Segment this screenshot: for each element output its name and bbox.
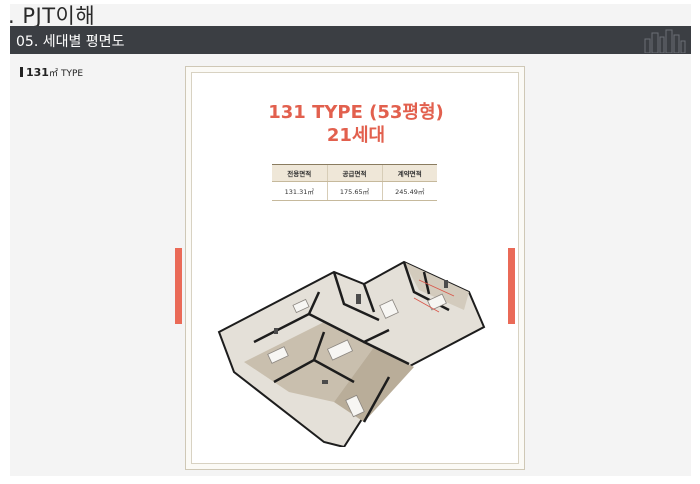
area-table: 전용면적 공급면적 계약면적 131.31㎡ 175.65㎡ 245.49㎡ xyxy=(272,164,437,201)
section-title: 05. 세대별 평면도 xyxy=(16,34,125,50)
area-header-supply: 공급면적 xyxy=(326,164,382,182)
area-table-header-row: 전용면적 공급면적 계약면적 xyxy=(272,164,437,182)
left-side-tab xyxy=(175,248,182,324)
3d-floor-plan-illustration xyxy=(217,260,486,447)
type-unit: ㎡ xyxy=(48,69,58,79)
type-word: TYPE xyxy=(60,69,84,79)
right-side-tab xyxy=(508,248,515,324)
type-label: 131㎡ TYPE xyxy=(20,66,83,79)
area-header-exclusive: 전용면적 xyxy=(272,164,327,182)
section-header-bar: 05. 세대별 평면도 xyxy=(10,26,691,54)
household-count: 21세대 xyxy=(326,125,386,146)
area-value-contract: 245.49㎡ xyxy=(381,181,437,201)
floor-plan-document: 131 TYPE (53평형) 21세대 전용면적 공급면적 계약면적 131.… xyxy=(185,66,525,470)
area-value-exclusive: 131.31㎡ xyxy=(272,181,327,201)
slide-page: . PJT이해 05. 세대별 평면도 131㎡ TYPE 131 TYPE (5… xyxy=(10,4,691,476)
area-table-value-row: 131.31㎡ 175.65㎡ 245.49㎡ xyxy=(272,181,437,201)
type-label-marker xyxy=(20,67,23,77)
area-value-supply: 175.65㎡ xyxy=(326,181,382,201)
area-header-contract: 계약면적 xyxy=(381,164,437,182)
type-number: 131 xyxy=(26,66,49,79)
city-skyline-icon xyxy=(644,29,686,53)
